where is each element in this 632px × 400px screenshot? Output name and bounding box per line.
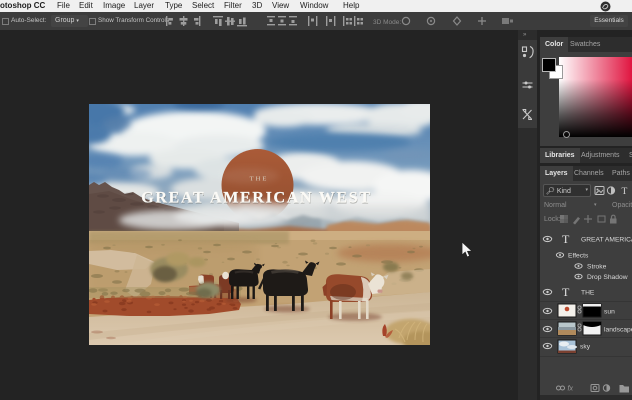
svg-text:fx: fx [568,386,574,393]
svg-text:GREAT AMERICAN: GREAT AMERICAN [581,237,632,244]
svg-text:sky: sky [580,344,591,351]
svg-text:sun: sun [604,309,615,316]
svg-text:3D Mode:: 3D Mode: [373,19,401,26]
svg-text:T: T [622,187,628,197]
svg-text:Stroke: Stroke [587,264,607,271]
svg-text:Effects: Effects [568,253,589,260]
svg-text:GREAT AMERICAN WEST: GREAT AMERICAN WEST [141,190,372,207]
svg-text:T: T [562,285,570,299]
svg-text:T: T [562,232,570,246]
svg-text:THE: THE [250,176,269,183]
svg-text:landscape: landscape [604,327,632,334]
svg-text:Drop Shadow: Drop Shadow [587,274,628,281]
svg-text:THE: THE [581,290,595,297]
